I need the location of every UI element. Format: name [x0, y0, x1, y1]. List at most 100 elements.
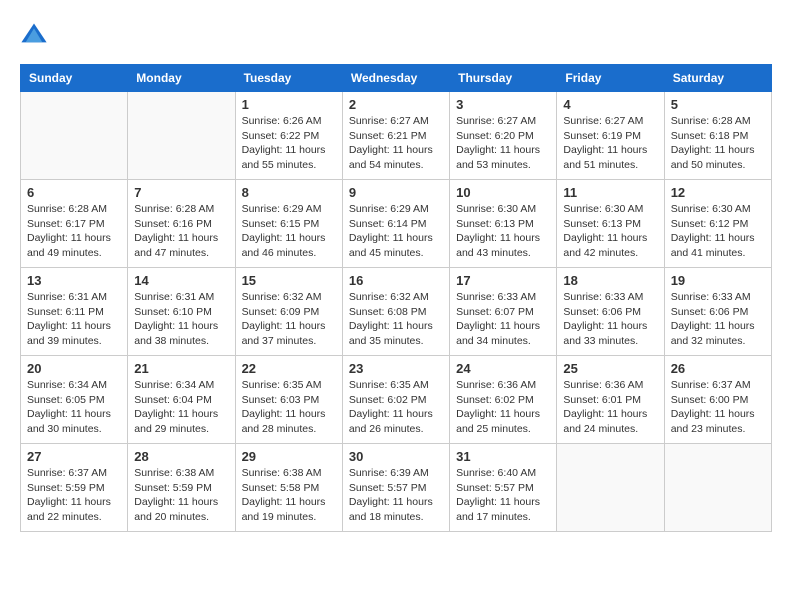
day-number: 4: [563, 97, 657, 112]
calendar-cell: 6 Sunrise: 6:28 AM Sunset: 6:17 PM Daylig…: [21, 180, 128, 268]
calendar-cell: 4 Sunrise: 6:27 AM Sunset: 6:19 PM Daylig…: [557, 92, 664, 180]
day-info: Sunrise: 6:33 AM Sunset: 6:06 PM Dayligh…: [671, 290, 765, 349]
calendar-cell: 8Sunrise: 6:29 AM Sunset: 6:15 PM Daylig…: [235, 180, 342, 268]
day-number: 16: [349, 273, 443, 288]
day-info: Sunrise: 6:32 AM Sunset: 6:09 PM Dayligh…: [242, 290, 336, 349]
day-number: 13: [27, 273, 121, 288]
day-info: Sunrise: 6:27 AM Sunset: 6:20 PM Dayligh…: [456, 114, 550, 173]
calendar-cell: 28 Sunrise: 6:38 AM Sunset: 5:59 PM Dayli…: [128, 444, 235, 532]
day-info: Sunrise: 6:39 AM Sunset: 5:57 PM Dayligh…: [349, 466, 443, 525]
day-info: Sunrise: 6:36 AM Sunset: 6:01 PM Dayligh…: [563, 378, 657, 437]
day-info: Sunrise: 6:33 AM Sunset: 6:06 PM Dayligh…: [563, 290, 657, 349]
weekday-header-tuesday: Tuesday: [235, 65, 342, 92]
calendar-cell: 17 Sunrise: 6:33 AM Sunset: 6:07 PM Dayli…: [450, 268, 557, 356]
weekday-header-row: SundayMondayTuesdayWednesdayThursdayFrid…: [21, 65, 772, 92]
calendar-cell: 20 Sunrise: 6:34 AM Sunset: 6:05 PM Dayli…: [21, 356, 128, 444]
day-info: Sunrise: 6:31 AM Sunset: 6:10 PM Dayligh…: [134, 290, 228, 349]
weekday-header-friday: Friday: [557, 65, 664, 92]
day-number: 25: [563, 361, 657, 376]
calendar-cell: 21Sunrise: 6:34 AM Sunset: 6:04 PM Dayli…: [128, 356, 235, 444]
logo: [20, 20, 50, 48]
calendar-cell: 24 Sunrise: 6:36 AM Sunset: 6:02 PM Dayli…: [450, 356, 557, 444]
calendar-cell: 12 Sunrise: 6:30 AM Sunset: 6:12 PM Dayli…: [664, 180, 771, 268]
calendar-cell: 30 Sunrise: 6:39 AM Sunset: 5:57 PM Dayli…: [342, 444, 449, 532]
page-header: [20, 20, 772, 48]
day-info: Sunrise: 6:27 AM Sunset: 6:21 PM Dayligh…: [349, 114, 443, 173]
calendar-cell: 26 Sunrise: 6:37 AM Sunset: 6:00 PM Dayli…: [664, 356, 771, 444]
day-number: 15: [242, 273, 336, 288]
day-number: 11: [563, 185, 657, 200]
day-number: 27: [27, 449, 121, 464]
calendar-cell: 1 Sunrise: 6:26 AM Sunset: 6:22 PM Daylig…: [235, 92, 342, 180]
day-number: 28: [134, 449, 228, 464]
day-number: 19: [671, 273, 765, 288]
week-row-4: 20 Sunrise: 6:34 AM Sunset: 6:05 PM Dayli…: [21, 356, 772, 444]
calendar-cell: [664, 444, 771, 532]
calendar-cell: 18 Sunrise: 6:33 AM Sunset: 6:06 PM Dayli…: [557, 268, 664, 356]
calendar-cell: 7Sunrise: 6:28 AM Sunset: 6:16 PM Daylig…: [128, 180, 235, 268]
day-number: 18: [563, 273, 657, 288]
day-info: Sunrise: 6:35 AM Sunset: 6:02 PM Dayligh…: [349, 378, 443, 437]
calendar-cell: 9 Sunrise: 6:29 AM Sunset: 6:14 PM Daylig…: [342, 180, 449, 268]
calendar-cell: 22 Sunrise: 6:35 AM Sunset: 6:03 PM Dayli…: [235, 356, 342, 444]
weekday-header-thursday: Thursday: [450, 65, 557, 92]
calendar-cell: 31 Sunrise: 6:40 AM Sunset: 5:57 PM Dayli…: [450, 444, 557, 532]
weekday-header-saturday: Saturday: [664, 65, 771, 92]
day-number: 30: [349, 449, 443, 464]
calendar-cell: 5Sunrise: 6:28 AM Sunset: 6:18 PM Daylig…: [664, 92, 771, 180]
calendar-cell: [128, 92, 235, 180]
calendar-cell: 2Sunrise: 6:27 AM Sunset: 6:21 PM Daylig…: [342, 92, 449, 180]
day-number: 9: [349, 185, 443, 200]
day-info: Sunrise: 6:30 AM Sunset: 6:13 PM Dayligh…: [563, 202, 657, 261]
day-info: Sunrise: 6:34 AM Sunset: 6:05 PM Dayligh…: [27, 378, 121, 437]
calendar-cell: 19 Sunrise: 6:33 AM Sunset: 6:06 PM Dayli…: [664, 268, 771, 356]
week-row-1: 1 Sunrise: 6:26 AM Sunset: 6:22 PM Daylig…: [21, 92, 772, 180]
day-info: Sunrise: 6:32 AM Sunset: 6:08 PM Dayligh…: [349, 290, 443, 349]
day-info: Sunrise: 6:26 AM Sunset: 6:22 PM Dayligh…: [242, 114, 336, 173]
calendar-cell: 23 Sunrise: 6:35 AM Sunset: 6:02 PM Dayli…: [342, 356, 449, 444]
day-number: 29: [242, 449, 336, 464]
day-info: Sunrise: 6:38 AM Sunset: 5:59 PM Dayligh…: [134, 466, 228, 525]
day-info: Sunrise: 6:33 AM Sunset: 6:07 PM Dayligh…: [456, 290, 550, 349]
day-info: Sunrise: 6:31 AM Sunset: 6:11 PM Dayligh…: [27, 290, 121, 349]
week-row-3: 13 Sunrise: 6:31 AM Sunset: 6:11 PM Dayli…: [21, 268, 772, 356]
day-info: Sunrise: 6:28 AM Sunset: 6:17 PM Dayligh…: [27, 202, 121, 261]
day-info: Sunrise: 6:37 AM Sunset: 6:00 PM Dayligh…: [671, 378, 765, 437]
day-info: Sunrise: 6:36 AM Sunset: 6:02 PM Dayligh…: [456, 378, 550, 437]
calendar-cell: 11 Sunrise: 6:30 AM Sunset: 6:13 PM Dayli…: [557, 180, 664, 268]
day-number: 26: [671, 361, 765, 376]
day-number: 20: [27, 361, 121, 376]
calendar-cell: 27 Sunrise: 6:37 AM Sunset: 5:59 PM Dayli…: [21, 444, 128, 532]
day-info: Sunrise: 6:35 AM Sunset: 6:03 PM Dayligh…: [242, 378, 336, 437]
calendar-cell: 25 Sunrise: 6:36 AM Sunset: 6:01 PM Dayli…: [557, 356, 664, 444]
logo-icon: [20, 20, 48, 48]
day-number: 12: [671, 185, 765, 200]
day-number: 1: [242, 97, 336, 112]
day-number: 24: [456, 361, 550, 376]
day-info: Sunrise: 6:34 AM Sunset: 6:04 PM Dayligh…: [134, 378, 228, 437]
day-info: Sunrise: 6:29 AM Sunset: 6:14 PM Dayligh…: [349, 202, 443, 261]
calendar-cell: 29 Sunrise: 6:38 AM Sunset: 5:58 PM Dayli…: [235, 444, 342, 532]
day-info: Sunrise: 6:30 AM Sunset: 6:12 PM Dayligh…: [671, 202, 765, 261]
calendar-cell: [557, 444, 664, 532]
day-info: Sunrise: 6:37 AM Sunset: 5:59 PM Dayligh…: [27, 466, 121, 525]
day-info: Sunrise: 6:27 AM Sunset: 6:19 PM Dayligh…: [563, 114, 657, 173]
day-info: Sunrise: 6:40 AM Sunset: 5:57 PM Dayligh…: [456, 466, 550, 525]
day-number: 3: [456, 97, 550, 112]
day-number: 10: [456, 185, 550, 200]
day-info: Sunrise: 6:30 AM Sunset: 6:13 PM Dayligh…: [456, 202, 550, 261]
calendar-cell: 10 Sunrise: 6:30 AM Sunset: 6:13 PM Dayli…: [450, 180, 557, 268]
weekday-header-wednesday: Wednesday: [342, 65, 449, 92]
calendar-cell: 16 Sunrise: 6:32 AM Sunset: 6:08 PM Dayli…: [342, 268, 449, 356]
day-number: 6: [27, 185, 121, 200]
day-info: Sunrise: 6:38 AM Sunset: 5:58 PM Dayligh…: [242, 466, 336, 525]
calendar-cell: [21, 92, 128, 180]
calendar-cell: 3 Sunrise: 6:27 AM Sunset: 6:20 PM Daylig…: [450, 92, 557, 180]
day-number: 17: [456, 273, 550, 288]
day-number: 23: [349, 361, 443, 376]
day-number: 31: [456, 449, 550, 464]
calendar-table: SundayMondayTuesdayWednesdayThursdayFrid…: [20, 64, 772, 532]
day-number: 7: [134, 185, 228, 200]
day-number: 22: [242, 361, 336, 376]
weekday-header-sunday: Sunday: [21, 65, 128, 92]
